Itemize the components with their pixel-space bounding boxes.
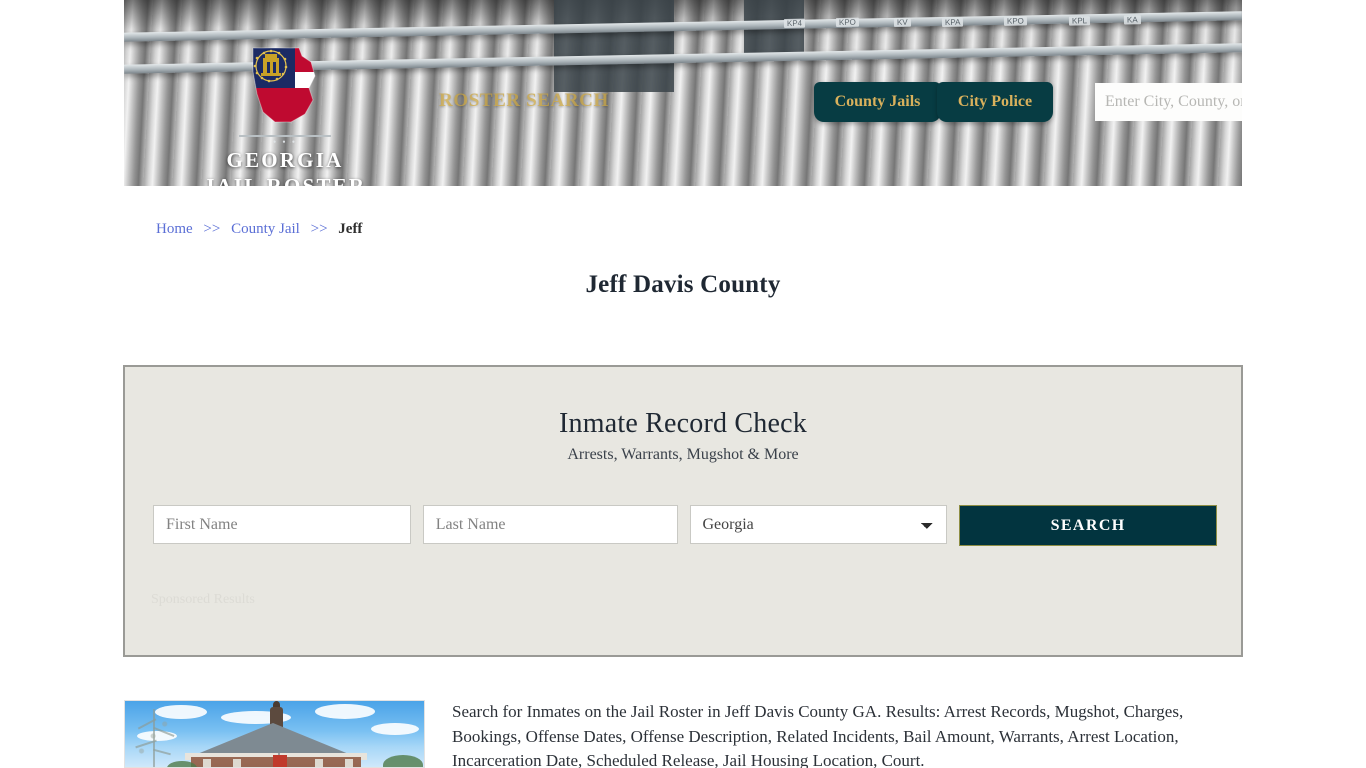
nav-county-jails-label: County Jails [834,93,921,110]
logo-text-jail-roster: JAIL ROSTER [203,174,367,186]
panel-subtitle: Arrests, Warrants, Mugshot & More [567,446,799,463]
inmate-search-button[interactable]: SEARCH [959,505,1217,546]
first-name-input[interactable] [153,505,411,544]
breadcrumb-item-current: Jeff [338,221,363,237]
roster-search-watermark: ROSTER SEARCH [439,90,609,111]
logo-dots: • • • [273,137,297,147]
breadcrumb-separator: >> [310,221,328,237]
shelf-shadow [554,0,674,92]
state-select[interactable]: Georgia [689,505,948,544]
search-input[interactable] [1095,83,1242,121]
page-root: KP4 KPO KV KPA KPO KPL KA • • • GEORGIA … [0,0,1366,768]
last-name-input[interactable] [422,505,678,544]
header-search [1095,83,1242,121]
nav-city-police-label: City Police [957,93,1033,110]
breadcrumb-item-county-jail[interactable]: County Jail [231,221,300,237]
inmate-search-form: Georgia SEARCH [153,505,1217,546]
nav-city-police[interactable]: City Police [937,82,1053,122]
breadcrumb-item-home[interactable]: Home [156,221,193,237]
nav-county-jails[interactable]: County Jails [814,82,941,122]
site-header: KP4 KPO KV KPA KPO KPL KA • • • GEORGIA … [124,0,1242,186]
georgia-state-flag-icon [239,42,331,128]
page-title: Jeff Davis County [585,271,781,298]
breadcrumb: Home >> County Jail >> Jeff [156,221,362,238]
site-logo[interactable]: • • • GEORGIA JAIL ROSTER [180,42,390,186]
panel-title: Inmate Record Check [559,408,807,439]
sponsored-results-label: Sponsored Results [151,592,255,607]
logo-text-georgia: GEORGIA [226,148,344,172]
courthouse-thumbnail[interactable] [124,700,425,768]
bare-tree [127,709,185,767]
logo-divider [239,135,331,137]
page-description: Search for Inmates on the Jail Roster in… [452,702,1184,768]
breadcrumb-separator: >> [203,221,221,237]
inmate-record-check-panel: Inmate Record Check Arrests, Warrants, M… [123,365,1243,657]
